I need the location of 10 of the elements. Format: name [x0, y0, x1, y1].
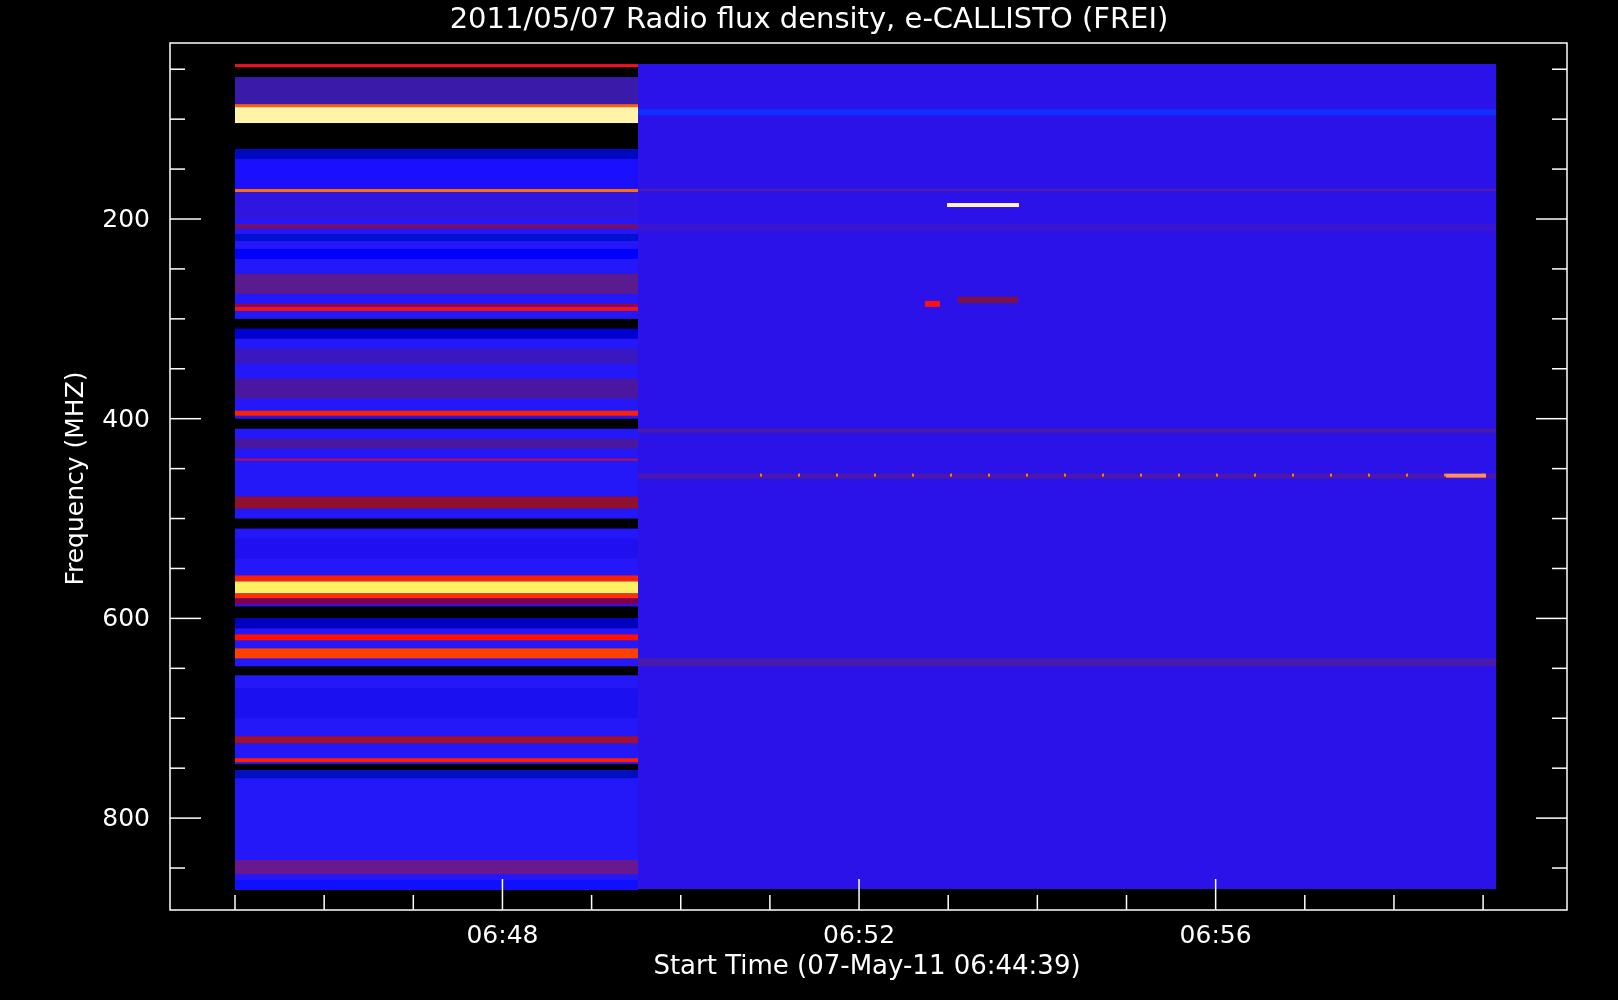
y-tick-label: 200 [102, 206, 150, 231]
x-tick-label: 06:48 [465, 922, 540, 947]
plot-title: 2011/05/07 Radio flux density, e-CALLISTO (FREI) [448, 4, 1170, 33]
y-tick-label: 800 [102, 805, 150, 831]
x-tick-label: 06:52 [822, 922, 897, 947]
y-axis-label: Frequency (MHZ) [61, 370, 87, 588]
y-tick-label: 400 [102, 405, 150, 431]
x-tick-label: 06:56 [1178, 922, 1253, 947]
y-tick-label: 600 [102, 605, 150, 631]
x-axis-label: Start Time (07-May-11 06:44:39) [652, 952, 1082, 978]
